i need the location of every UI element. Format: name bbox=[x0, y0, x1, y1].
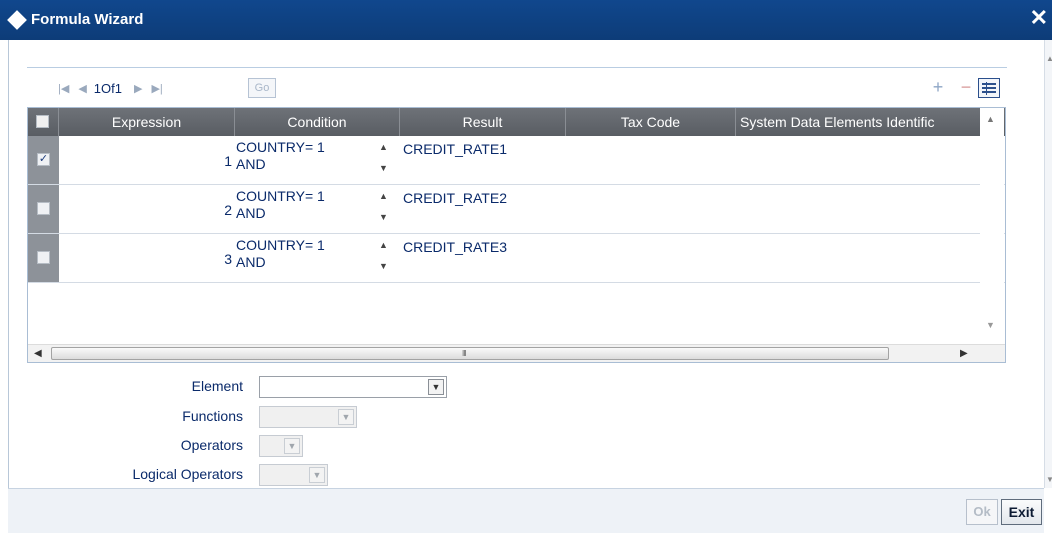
scroll-left-icon[interactable]: ◀ bbox=[34, 348, 42, 359]
chevron-down-icon[interactable]: ▼ bbox=[284, 438, 300, 454]
row-checkbox[interactable] bbox=[37, 202, 50, 215]
condition-scroll[interactable]: ▲ ▼ bbox=[376, 188, 392, 228]
scroll-thumb[interactable]: III bbox=[51, 347, 889, 360]
scroll-up-icon[interactable]: ▲ bbox=[1046, 54, 1052, 63]
table-row[interactable]: 2 COUNTRY= 1 AND ▲ ▼ CREDIT_RATE2 bbox=[28, 185, 1005, 234]
go-button[interactable]: Go bbox=[248, 78, 276, 98]
expression-cell: 1 bbox=[224, 153, 232, 169]
condition-cell[interactable]: COUNTRY= 1 AND bbox=[236, 237, 376, 271]
exit-button[interactable]: Exit bbox=[1001, 499, 1042, 525]
last-page-icon[interactable]: ▶| bbox=[151, 82, 162, 95]
footer-bar bbox=[8, 488, 1044, 533]
col-condition[interactable]: Condition bbox=[235, 108, 400, 136]
col-tax-code[interactable]: Tax Code bbox=[566, 108, 736, 136]
chevron-down-icon[interactable]: ▼ bbox=[428, 379, 444, 395]
title-bar: Formula Wizard ✕ bbox=[0, 0, 1052, 40]
functions-label: Functions bbox=[182, 408, 243, 424]
element-label: Element bbox=[191, 378, 243, 394]
row-checkbox[interactable]: ✓ bbox=[37, 153, 50, 166]
expression-grid: Expression Condition Result Tax Code Sys… bbox=[27, 107, 1006, 363]
scroll-down-icon[interactable]: ▼ bbox=[1046, 475, 1052, 484]
next-page-icon[interactable]: ▶ bbox=[134, 82, 142, 95]
condition-scroll[interactable]: ▲ ▼ bbox=[376, 237, 392, 277]
dialog-scrollbar[interactable]: ▲ ▼ bbox=[1044, 40, 1052, 488]
expression-cell: 2 bbox=[224, 202, 232, 218]
scroll-up-icon[interactable]: ▲ bbox=[986, 114, 995, 124]
scroll-down-icon[interactable]: ▼ bbox=[986, 320, 995, 330]
result-cell: CREDIT_RATE2 bbox=[403, 190, 507, 206]
first-page-icon[interactable]: |◀ bbox=[58, 82, 69, 95]
scroll-right-icon[interactable]: ▶ bbox=[960, 348, 968, 359]
chevron-down-icon[interactable]: ▼ bbox=[309, 467, 325, 483]
logical-operators-select[interactable]: ▼ bbox=[259, 464, 328, 486]
add-row-icon[interactable]: + bbox=[930, 78, 946, 97]
pager: |◀ ◀ 1Of1 ▶ ▶| bbox=[58, 79, 172, 97]
single-view-icon[interactable] bbox=[978, 78, 1000, 98]
col-sde-identifier[interactable]: System Data Elements Identific bbox=[736, 108, 980, 136]
result-cell: CREDIT_RATE1 bbox=[403, 141, 507, 157]
operators-select[interactable]: ▼ bbox=[259, 435, 303, 457]
select-all-checkbox[interactable] bbox=[36, 115, 49, 128]
col-expression[interactable]: Expression bbox=[59, 108, 235, 136]
condition-scroll[interactable]: ▲ ▼ bbox=[376, 139, 392, 179]
app-diamond-icon bbox=[7, 10, 27, 30]
condition-cell[interactable]: COUNTRY= 1 AND bbox=[236, 139, 376, 173]
logical-operators-label: Logical Operators bbox=[132, 466, 243, 482]
expression-cell: 3 bbox=[224, 251, 232, 267]
close-icon[interactable]: ✕ bbox=[1030, 6, 1048, 30]
functions-select[interactable]: ▼ bbox=[259, 406, 357, 428]
scroll-grip: III bbox=[462, 349, 467, 358]
prev-page-icon[interactable]: ◀ bbox=[78, 82, 86, 95]
grid-vertical-scrollbar[interactable]: ▲ ▼ bbox=[980, 108, 1004, 336]
col-result[interactable]: Result bbox=[400, 108, 566, 136]
ok-button[interactable]: Ok bbox=[966, 499, 998, 525]
grid-horizontal-scrollbar[interactable]: ◀ III ▶ bbox=[28, 344, 1005, 362]
window-title: Formula Wizard bbox=[31, 11, 144, 28]
left-edge bbox=[0, 40, 8, 533]
chevron-down-icon[interactable]: ▼ bbox=[338, 409, 354, 425]
table-row[interactable]: ✓ 1 COUNTRY= 1 AND ▲ ▼ CREDIT_RATE1 bbox=[28, 136, 1005, 185]
delete-row-icon[interactable]: − bbox=[957, 78, 975, 97]
operators-label: Operators bbox=[180, 437, 243, 453]
table-row[interactable]: 3 COUNTRY= 1 AND ▲ ▼ CREDIT_RATE3 bbox=[28, 234, 1005, 283]
result-cell: CREDIT_RATE3 bbox=[403, 239, 507, 255]
row-checkbox[interactable] bbox=[37, 251, 50, 264]
element-select[interactable]: ▼ bbox=[259, 376, 447, 398]
page-indicator: 1Of1 bbox=[93, 80, 122, 96]
condition-cell[interactable]: COUNTRY= 1 AND bbox=[236, 188, 376, 222]
select-all-cell bbox=[28, 108, 59, 136]
grid-header: Expression Condition Result Tax Code Sys… bbox=[28, 108, 1005, 136]
divider bbox=[27, 67, 1007, 68]
